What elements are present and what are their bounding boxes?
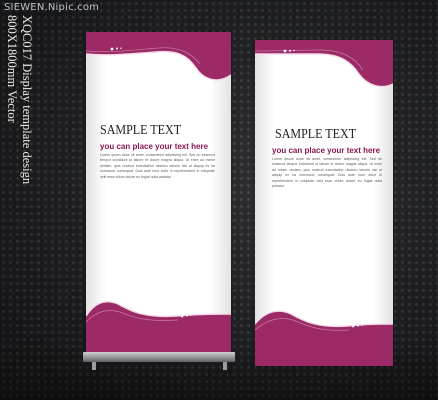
banner-body-text: Lorem ipsum dolor sit amet, consectetur … bbox=[272, 157, 382, 189]
banner-subtitle: you can place your text here bbox=[272, 146, 381, 155]
stand-foot-left bbox=[92, 362, 96, 370]
banner-body-text: Lorem ipsum dolor sit amet, consectetur … bbox=[100, 153, 215, 179]
rollup-stand-base bbox=[83, 352, 235, 362]
bottom-wave-graphic bbox=[255, 310, 393, 366]
top-wave-graphic bbox=[255, 40, 393, 88]
banner-title: SAMPLE TEXT bbox=[100, 123, 182, 138]
side-caption: XQC017 Display template design 800X1800m… bbox=[4, 15, 34, 184]
side-caption-line-2: 800X1800mm Vector bbox=[5, 15, 19, 123]
banner-right: SAMPLE TEXT you can place your text here… bbox=[255, 40, 393, 366]
top-wave-graphic bbox=[86, 32, 231, 81]
perforated-metal-background: SIEWEN.Nipic.com XQC017 Display template… bbox=[0, 0, 438, 400]
side-caption-line-1: XQC017 Display template design bbox=[20, 15, 34, 185]
bottom-wave-graphic bbox=[86, 300, 231, 352]
banner-title: SAMPLE TEXT bbox=[275, 127, 357, 142]
watermark-text: SIEWEN.Nipic.com bbox=[4, 2, 100, 13]
banner-subtitle: you can place your text here bbox=[100, 142, 209, 151]
stand-foot-right bbox=[223, 362, 227, 370]
banner-left: SAMPLE TEXT you can place your text here… bbox=[86, 32, 231, 352]
